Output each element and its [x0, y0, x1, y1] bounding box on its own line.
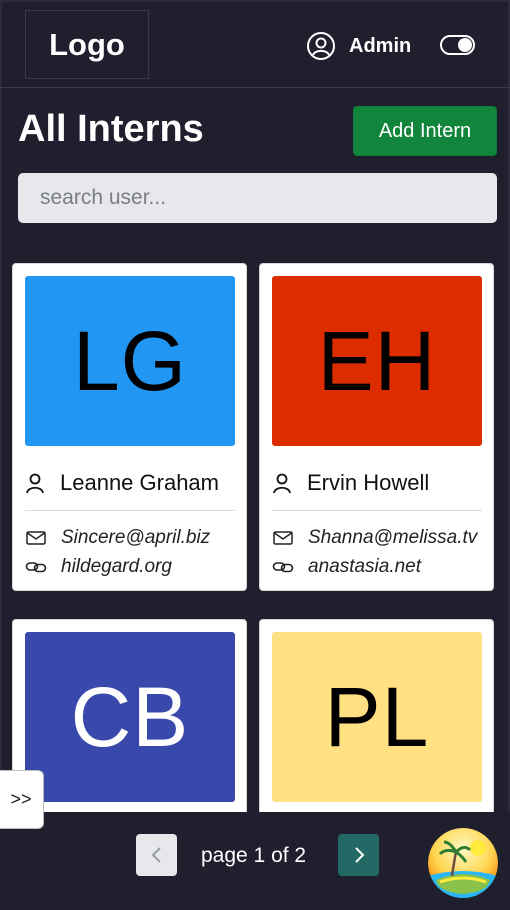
prev-page-button[interactable] [136, 834, 177, 876]
email-row: Sincere@april.biz [25, 526, 210, 550]
intern-card[interactable]: LG Leanne Graham Sincere@april.biz hilde… [12, 263, 247, 591]
page-indicator: page 1 of 2 [201, 844, 307, 867]
page-title: All Interns [18, 108, 204, 150]
divider [25, 510, 235, 511]
next-page-button[interactable] [338, 834, 379, 876]
beach-avatar-button[interactable] [428, 828, 498, 898]
search-input[interactable] [18, 173, 497, 223]
logo[interactable]: Logo [25, 10, 149, 79]
beach-icon [428, 828, 498, 898]
theme-toggle[interactable] [440, 35, 475, 55]
intern-name: Ervin Howell [307, 470, 430, 495]
intern-website[interactable]: anastasia.net [308, 556, 421, 578]
mail-icon [273, 531, 293, 545]
intern-card[interactable]: EH Ervin Howell Shanna@melissa.tv anasta… [259, 263, 494, 591]
website-row: hildegard.org [25, 555, 172, 579]
app-header: Logo Admin [0, 0, 510, 88]
chevron-left-icon [151, 847, 161, 863]
avatar-initials: EH [317, 313, 437, 408]
user-name: Admin [349, 34, 412, 57]
avatar-initials: LG [72, 313, 188, 408]
double-chevron-right-icon: >> [10, 789, 32, 809]
user-menu[interactable]: Admin [306, 30, 411, 62]
link-icon [25, 562, 47, 573]
user-circle-icon [306, 31, 336, 61]
intern-email[interactable]: Shanna@melissa.tv [308, 527, 477, 549]
add-intern-button[interactable]: Add Intern [353, 106, 497, 156]
avatar: LG [25, 276, 235, 446]
person-icon [273, 473, 291, 494]
intern-card[interactable]: PL [259, 619, 494, 839]
avatar: PL [272, 632, 482, 802]
link-icon [272, 562, 294, 573]
intern-name: Leanne Graham [60, 470, 219, 495]
person-icon [26, 473, 44, 494]
mail-icon [26, 531, 46, 545]
avatar: CB [25, 632, 235, 802]
divider [272, 510, 482, 511]
avatar-initials: PL [324, 669, 430, 764]
chevron-right-icon [354, 847, 364, 863]
avatar: EH [272, 276, 482, 446]
sidebar-toggle-button[interactable]: >> [0, 770, 44, 829]
website-row: anastasia.net [272, 555, 421, 579]
intern-website[interactable]: hildegard.org [61, 556, 172, 578]
email-row: Shanna@melissa.tv [272, 526, 477, 550]
intern-name-row: Ervin Howell [272, 470, 429, 496]
avatar-initials: CB [70, 669, 190, 764]
toggle-knob [458, 38, 472, 52]
intern-email[interactable]: Sincere@april.biz [61, 527, 210, 549]
intern-name-row: Leanne Graham [25, 470, 219, 496]
intern-card[interactable]: CB [12, 619, 247, 839]
